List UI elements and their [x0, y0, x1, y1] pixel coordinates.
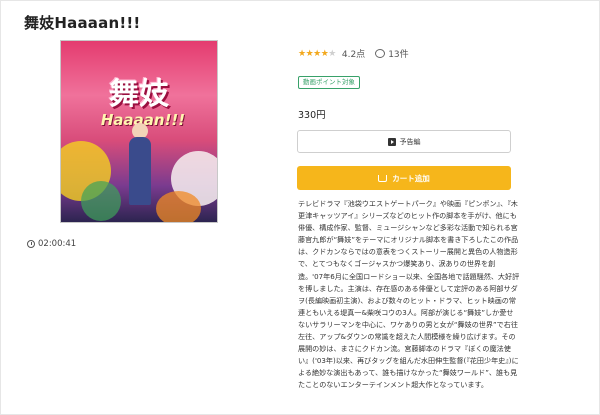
add-cart-label: カート追加: [392, 173, 430, 183]
star-rating-icon: ★★★★★: [298, 48, 336, 59]
comment-count[interactable]: 13件: [388, 47, 408, 60]
add-cart-button[interactable]: カート追加: [297, 166, 511, 190]
description: テレビドラマ『池袋ウエストゲートパーク』や映画『ピンポン』、『木更津キャッツアイ…: [298, 199, 520, 390]
preview-label: 予告編: [399, 137, 421, 146]
duration: 02:00:41: [27, 239, 76, 249]
poster-figure: [129, 137, 151, 205]
clock-icon: [27, 240, 35, 248]
poster-decoration: [81, 181, 121, 221]
rating-score: 4.2点: [341, 50, 366, 60]
page-title: 舞妓Haaaan!!!: [24, 14, 141, 32]
poster-image: 舞妓 Haaaan!!!: [60, 40, 218, 223]
play-icon: [387, 137, 396, 146]
points-badge: 動画ポイント対象: [298, 76, 360, 89]
rating-row: ★★★★★ 4.2点 13件: [298, 47, 409, 61]
comment-icon[interactable]: [375, 49, 386, 58]
duration-text: 02:00:41: [38, 239, 77, 249]
poster-decoration: [156, 191, 201, 222]
poster-title: 舞妓: [109, 77, 169, 112]
cart-icon: [378, 174, 388, 182]
preview-button[interactable]: 予告編: [297, 130, 511, 153]
price: 330円: [298, 110, 326, 121]
